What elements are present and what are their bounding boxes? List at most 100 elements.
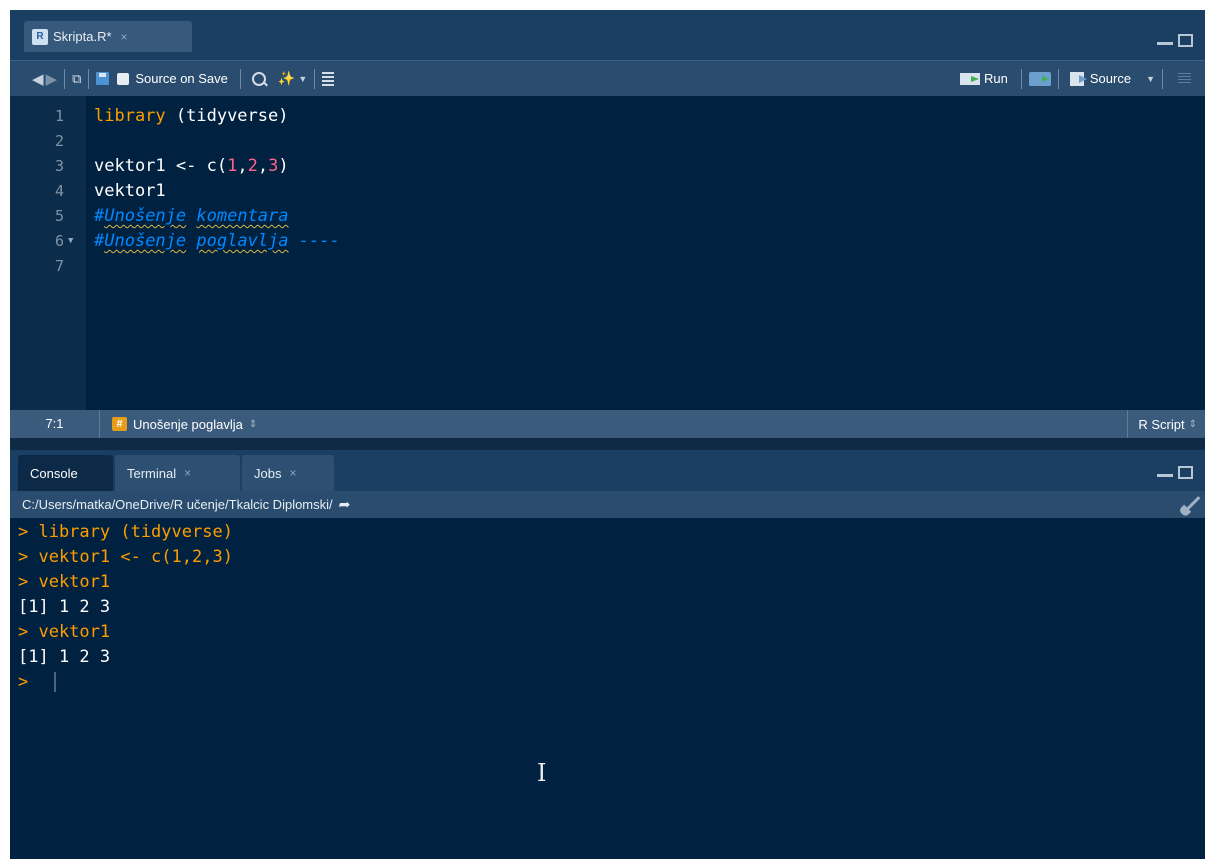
r-script-file-icon: R — [32, 28, 48, 45]
show-in-new-window-icon[interactable]: ⧉ — [72, 66, 81, 92]
line-number: 4 — [54, 182, 64, 200]
editor-status-bar: 7:1 # Unošenje poglavlja ⇕ R Script ⇕ — [10, 410, 1205, 438]
editor-toolbar: ◀ ▶ ⧉ Source on Save ✨ ▼ Run Source ▼ — [10, 60, 1205, 96]
code-line[interactable]: 1 library (tidyverse) — [10, 104, 1205, 128]
rerun-icon — [1028, 71, 1051, 86]
working-directory-bar: C:/Users/matka/OneDrive/R učenje/Tkalcic… — [10, 491, 1205, 518]
line-number: 6 — [54, 232, 64, 250]
maximize-pane-icon[interactable] — [1178, 34, 1193, 47]
clear-console-broom-icon[interactable] — [1182, 496, 1201, 514]
code-line[interactable]: 3 vektor1 <- c(1,2,3) — [10, 154, 1205, 178]
tab-label: Terminal — [127, 465, 177, 481]
code-text: vektor1 <- c(1,2,3) — [94, 154, 289, 178]
toolbar-divider — [1057, 68, 1059, 89]
code-editor[interactable]: 1 library (tidyverse) 2 3 vektor1 <- c(1,2,3… — [10, 96, 1205, 410]
chapter-navigator[interactable]: # Unošenje poglavlja ⇕ — [100, 417, 257, 432]
forward-arrow-icon[interactable]: ▶ — [46, 66, 58, 92]
toolbar-divider — [88, 68, 90, 89]
code-token: , — [257, 156, 269, 176]
code-token: 2 — [247, 156, 258, 176]
find-replace-button[interactable] — [248, 66, 270, 92]
console-command-line: > vektor1 — [18, 622, 111, 642]
code-token: vektor1 <- c( — [94, 156, 228, 176]
close-icon[interactable]: × — [289, 466, 296, 480]
code-token: poglavlja — [196, 231, 289, 251]
chevron-down-icon: ▼ — [1146, 73, 1155, 84]
code-token: (tidyverse) — [165, 106, 289, 126]
file-type-selector[interactable]: R Script ⇕ — [1127, 410, 1205, 438]
outline-icon — [1178, 73, 1191, 84]
source-on-save-checkbox[interactable] — [117, 72, 130, 85]
toolbar-divider — [1020, 68, 1022, 89]
code-token: vektor1 — [94, 181, 166, 201]
run-icon — [960, 72, 981, 85]
rerun-button[interactable] — [1028, 66, 1051, 92]
minimize-pane-icon[interactable] — [1157, 42, 1173, 45]
search-icon — [251, 71, 266, 86]
code-tools-button[interactable]: ✨ ▼ — [278, 66, 307, 92]
console-command-line: > — [18, 672, 39, 692]
code-token: , — [237, 156, 248, 176]
code-text: #Unošenje komentara — [94, 204, 289, 228]
maximize-pane-icon[interactable] — [1178, 466, 1193, 479]
code-token: # — [94, 231, 105, 251]
editor-window-controls — [1157, 34, 1193, 47]
updown-arrows-icon: ⇕ — [248, 418, 258, 430]
source-dropdown[interactable]: ▼ — [1143, 66, 1155, 92]
minimize-pane-icon[interactable] — [1157, 474, 1173, 477]
compile-report-button[interactable] — [322, 66, 335, 92]
toolbar-divider — [239, 68, 241, 89]
code-text: library (tidyverse) — [94, 104, 288, 128]
updown-arrows-icon: ⇕ — [1188, 418, 1197, 430]
source-button[interactable]: Source — [1066, 66, 1135, 92]
go-to-directory-icon[interactable]: ➦ — [339, 496, 351, 513]
file-type-label: R Script — [1138, 416, 1185, 432]
cursor-position: 7:1 — [10, 410, 100, 438]
tab-label: Jobs — [254, 465, 282, 481]
source-icon — [1069, 71, 1087, 86]
pane-splitter[interactable] — [10, 438, 1205, 450]
fold-chevron-icon[interactable]: ▼ — [68, 229, 73, 253]
tab-label: Console — [30, 465, 78, 481]
chapter-label: Unošenje poglavlja — [133, 416, 243, 432]
document-outline-button[interactable] — [1170, 66, 1191, 92]
tab-console[interactable]: Console — [18, 455, 113, 491]
save-button[interactable] — [96, 66, 110, 92]
line-number: 3 — [54, 157, 64, 175]
console-command-line: > vektor1 — [18, 572, 111, 592]
back-arrow-icon[interactable]: ◀ — [32, 66, 44, 92]
code-line[interactable]: 7 — [10, 254, 1205, 278]
console-window-controls — [1157, 466, 1193, 479]
tab-skripta-r[interactable]: R Skripta.R* × — [24, 21, 192, 52]
code-token: ---- — [288, 231, 340, 251]
console-output[interactable]: > library (tidyverse) > vektor1 <- c(1,2,… — [10, 518, 1205, 859]
working-directory-path: C:/Users/matka/OneDrive/R učenje/Tkalcic… — [22, 497, 333, 512]
code-line[interactable]: 4 vektor1 — [10, 179, 1205, 203]
code-line[interactable]: 6 ▼ #Unošenje poglavlja ---- — [10, 229, 1205, 253]
code-token: Unošenje — [104, 206, 187, 226]
code-line[interactable]: 2 — [10, 129, 1205, 153]
tab-terminal[interactable]: Terminal × — [115, 455, 240, 491]
code-token: 3 — [268, 156, 279, 176]
save-icon — [96, 72, 110, 85]
editor-tab-bar: R Skripta.R* × — [10, 10, 1205, 60]
console-command-line: > library (tidyverse) — [18, 522, 233, 542]
tab-jobs[interactable]: Jobs × — [242, 455, 334, 491]
run-button[interactable]: Run — [954, 66, 1014, 92]
console-output-line: [1] 1 2 3 — [18, 647, 111, 667]
console-tab-bar: Console Terminal × Jobs × — [10, 450, 1205, 491]
toolbar-divider — [314, 68, 316, 89]
code-line[interactable]: 5 #Unošenje komentara — [10, 204, 1205, 228]
line-number: 1 — [54, 107, 64, 125]
code-token: library — [94, 106, 166, 126]
code-token: Unošenje — [104, 231, 187, 251]
source-on-save-label[interactable]: Source on Save — [135, 71, 228, 86]
close-icon[interactable]: × — [184, 466, 191, 480]
run-label: Run — [984, 71, 1008, 86]
text-cursor-icon: I — [537, 759, 547, 787]
code-token: # — [94, 206, 105, 226]
input-caret — [54, 672, 56, 692]
magic-wand-icon: ✨ — [277, 70, 296, 86]
close-icon[interactable]: × — [121, 30, 128, 44]
